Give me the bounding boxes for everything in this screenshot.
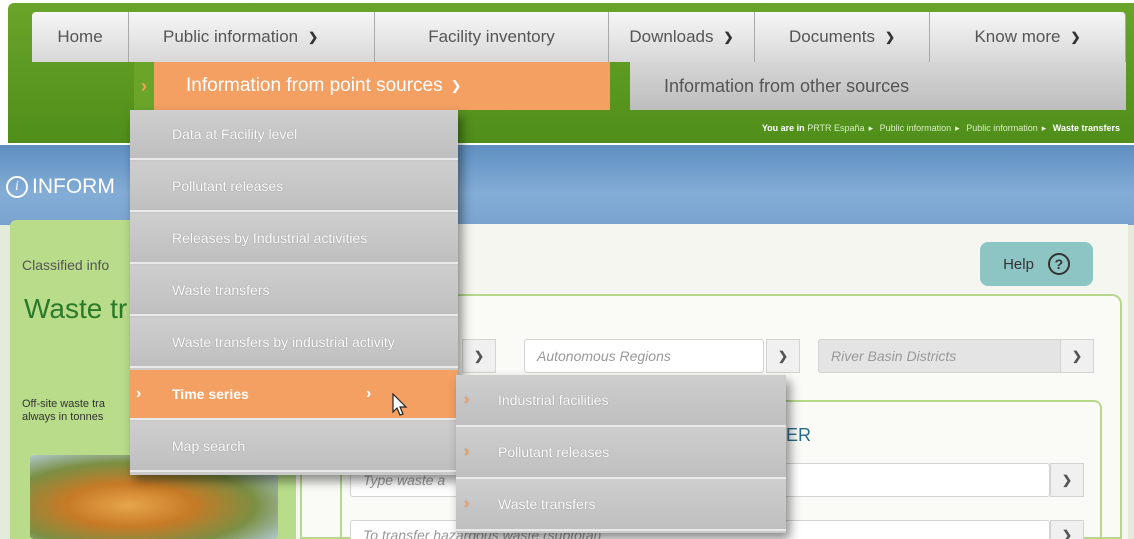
chevron-down-icon: ❯ [1070, 30, 1081, 44]
nav-home[interactable]: Home [32, 12, 129, 62]
menu-item-label: Waste transfers by industrial activity [172, 334, 395, 350]
nav-downloads[interactable]: Downloads ❯ [609, 12, 755, 62]
point-sources-dropdown: Data at Facility level Pollutant release… [130, 110, 458, 475]
submenu-item-label: Waste transfers [498, 496, 596, 512]
chevron-right-icon: › [464, 443, 470, 460]
nav-public-information-label: Public information [163, 27, 299, 46]
nav-facility-inventory[interactable]: Facility inventory [375, 12, 609, 62]
submenu-item-pollutant-releases[interactable]: › Pollutant releases [456, 427, 786, 479]
submenu-item-waste-transfers[interactable]: › Waste transfers [456, 479, 786, 531]
nav-know-more-label: Know more [974, 27, 1061, 46]
breadcrumb: You are in PRTR España ▸ Public informati… [761, 123, 1120, 133]
submenu-item-label: Industrial facilities [498, 392, 609, 408]
nav-documents-label: Documents [788, 27, 875, 46]
page-description: Off-site waste tra always in tonnes [22, 398, 105, 423]
question-icon: ? [1047, 253, 1070, 275]
submenu-item-label: Pollutant releases [498, 444, 610, 460]
nav-know-more[interactable]: Know more ❯ [930, 12, 1126, 62]
chevron-right-icon: › [464, 391, 470, 408]
menu-item-label: Time series [172, 386, 249, 402]
chevron-down-icon[interactable]: ❯ [1050, 520, 1084, 539]
chevron-right-icon: › [464, 495, 470, 512]
menu-item-label: Map search [172, 438, 246, 454]
main-navigation: Home Public information ❯ Facility inven… [32, 12, 1126, 62]
chevron-down-icon: ❯ [884, 30, 896, 44]
info-icon: i [6, 176, 28, 198]
help-label: Help [1003, 255, 1034, 273]
menu-item-releases-by-activity[interactable]: Releases by Industrial activities [130, 214, 458, 264]
nav-documents[interactable]: Documents ❯ [755, 12, 930, 62]
filter-heading: ER [786, 425, 812, 445]
time-series-submenu: › Industrial facilities › Pollutant rele… [456, 375, 786, 533]
menu-item-waste-transfers[interactable]: Waste transfers [130, 266, 458, 316]
chevron-down-icon[interactable]: ❯ [766, 339, 800, 373]
menu-item-label: Data at Facility level [172, 126, 298, 142]
autonomous-regions-placeholder: Autonomous Regions [537, 348, 671, 364]
chevron-down-icon[interactable]: ❯ [1060, 339, 1094, 373]
menu-item-pollutant-releases[interactable]: Pollutant releases [130, 162, 458, 212]
menu-item-label: Releases by Industrial activities [172, 230, 368, 246]
breadcrumb-current: Waste transfers [1052, 123, 1120, 133]
breadcrumb-link[interactable]: Public information [966, 123, 1038, 133]
nav-downloads-label: Downloads [629, 27, 714, 46]
nav-public-information[interactable]: Public information ❯ [129, 12, 375, 62]
nav-facility-inventory-label: Facility inventory [428, 27, 555, 46]
chevron-down-icon[interactable]: ❯ [1050, 463, 1084, 497]
menu-item-map-search[interactable]: Map search [130, 422, 458, 472]
help-button[interactable]: Help ? [980, 242, 1093, 286]
chevron-right-icon: › [134, 62, 154, 110]
menu-item-label: Pollutant releases [172, 178, 284, 194]
page-section-title: i INFORM [6, 175, 115, 199]
chevron-down-icon: ❯ [308, 30, 319, 44]
chevron-down-icon: ❯ [723, 30, 734, 44]
mouse-pointer-icon [392, 393, 408, 416]
river-basin-placeholder: River Basin Districts [831, 348, 957, 364]
submenu-item-industrial-facilities[interactable]: › Industrial facilities [456, 375, 786, 427]
classified-info-label: Classified info [22, 257, 110, 273]
menu-item-waste-by-activity[interactable]: Waste transfers by industrial activity [130, 318, 458, 368]
chevron-down-icon[interactable]: ❯ [462, 339, 496, 373]
river-basin-select[interactable]: River Basin Districts [818, 339, 1066, 373]
autonomous-regions-select[interactable]: Autonomous Regions [524, 339, 764, 373]
breadcrumb-link[interactable]: PRTR España [807, 123, 864, 133]
subnav-point-sources[interactable]: Information from point sources ❯ [154, 62, 610, 110]
chevron-down-icon: ❯ [450, 78, 462, 93]
section-title-text: INFORM [32, 175, 115, 198]
menu-item-facility-level[interactable]: Data at Facility level [130, 110, 458, 160]
nav-home-label: Home [57, 27, 103, 46]
menu-item-time-series[interactable]: › Time series › [130, 370, 458, 420]
breadcrumb-prefix: You are in [761, 123, 805, 133]
chevron-right-icon: › [366, 385, 372, 402]
chevron-right-icon: › [136, 385, 142, 402]
page-title: Waste tr [24, 293, 128, 324]
subnav-point-sources-label: Information from point sources [186, 75, 443, 96]
subnav-other-sources[interactable]: Information from other sources [630, 62, 1126, 110]
breadcrumb-link[interactable]: Public information [880, 123, 952, 133]
subnav-other-sources-label: Information from other sources [664, 75, 910, 96]
menu-item-label: Waste transfers [172, 282, 270, 298]
